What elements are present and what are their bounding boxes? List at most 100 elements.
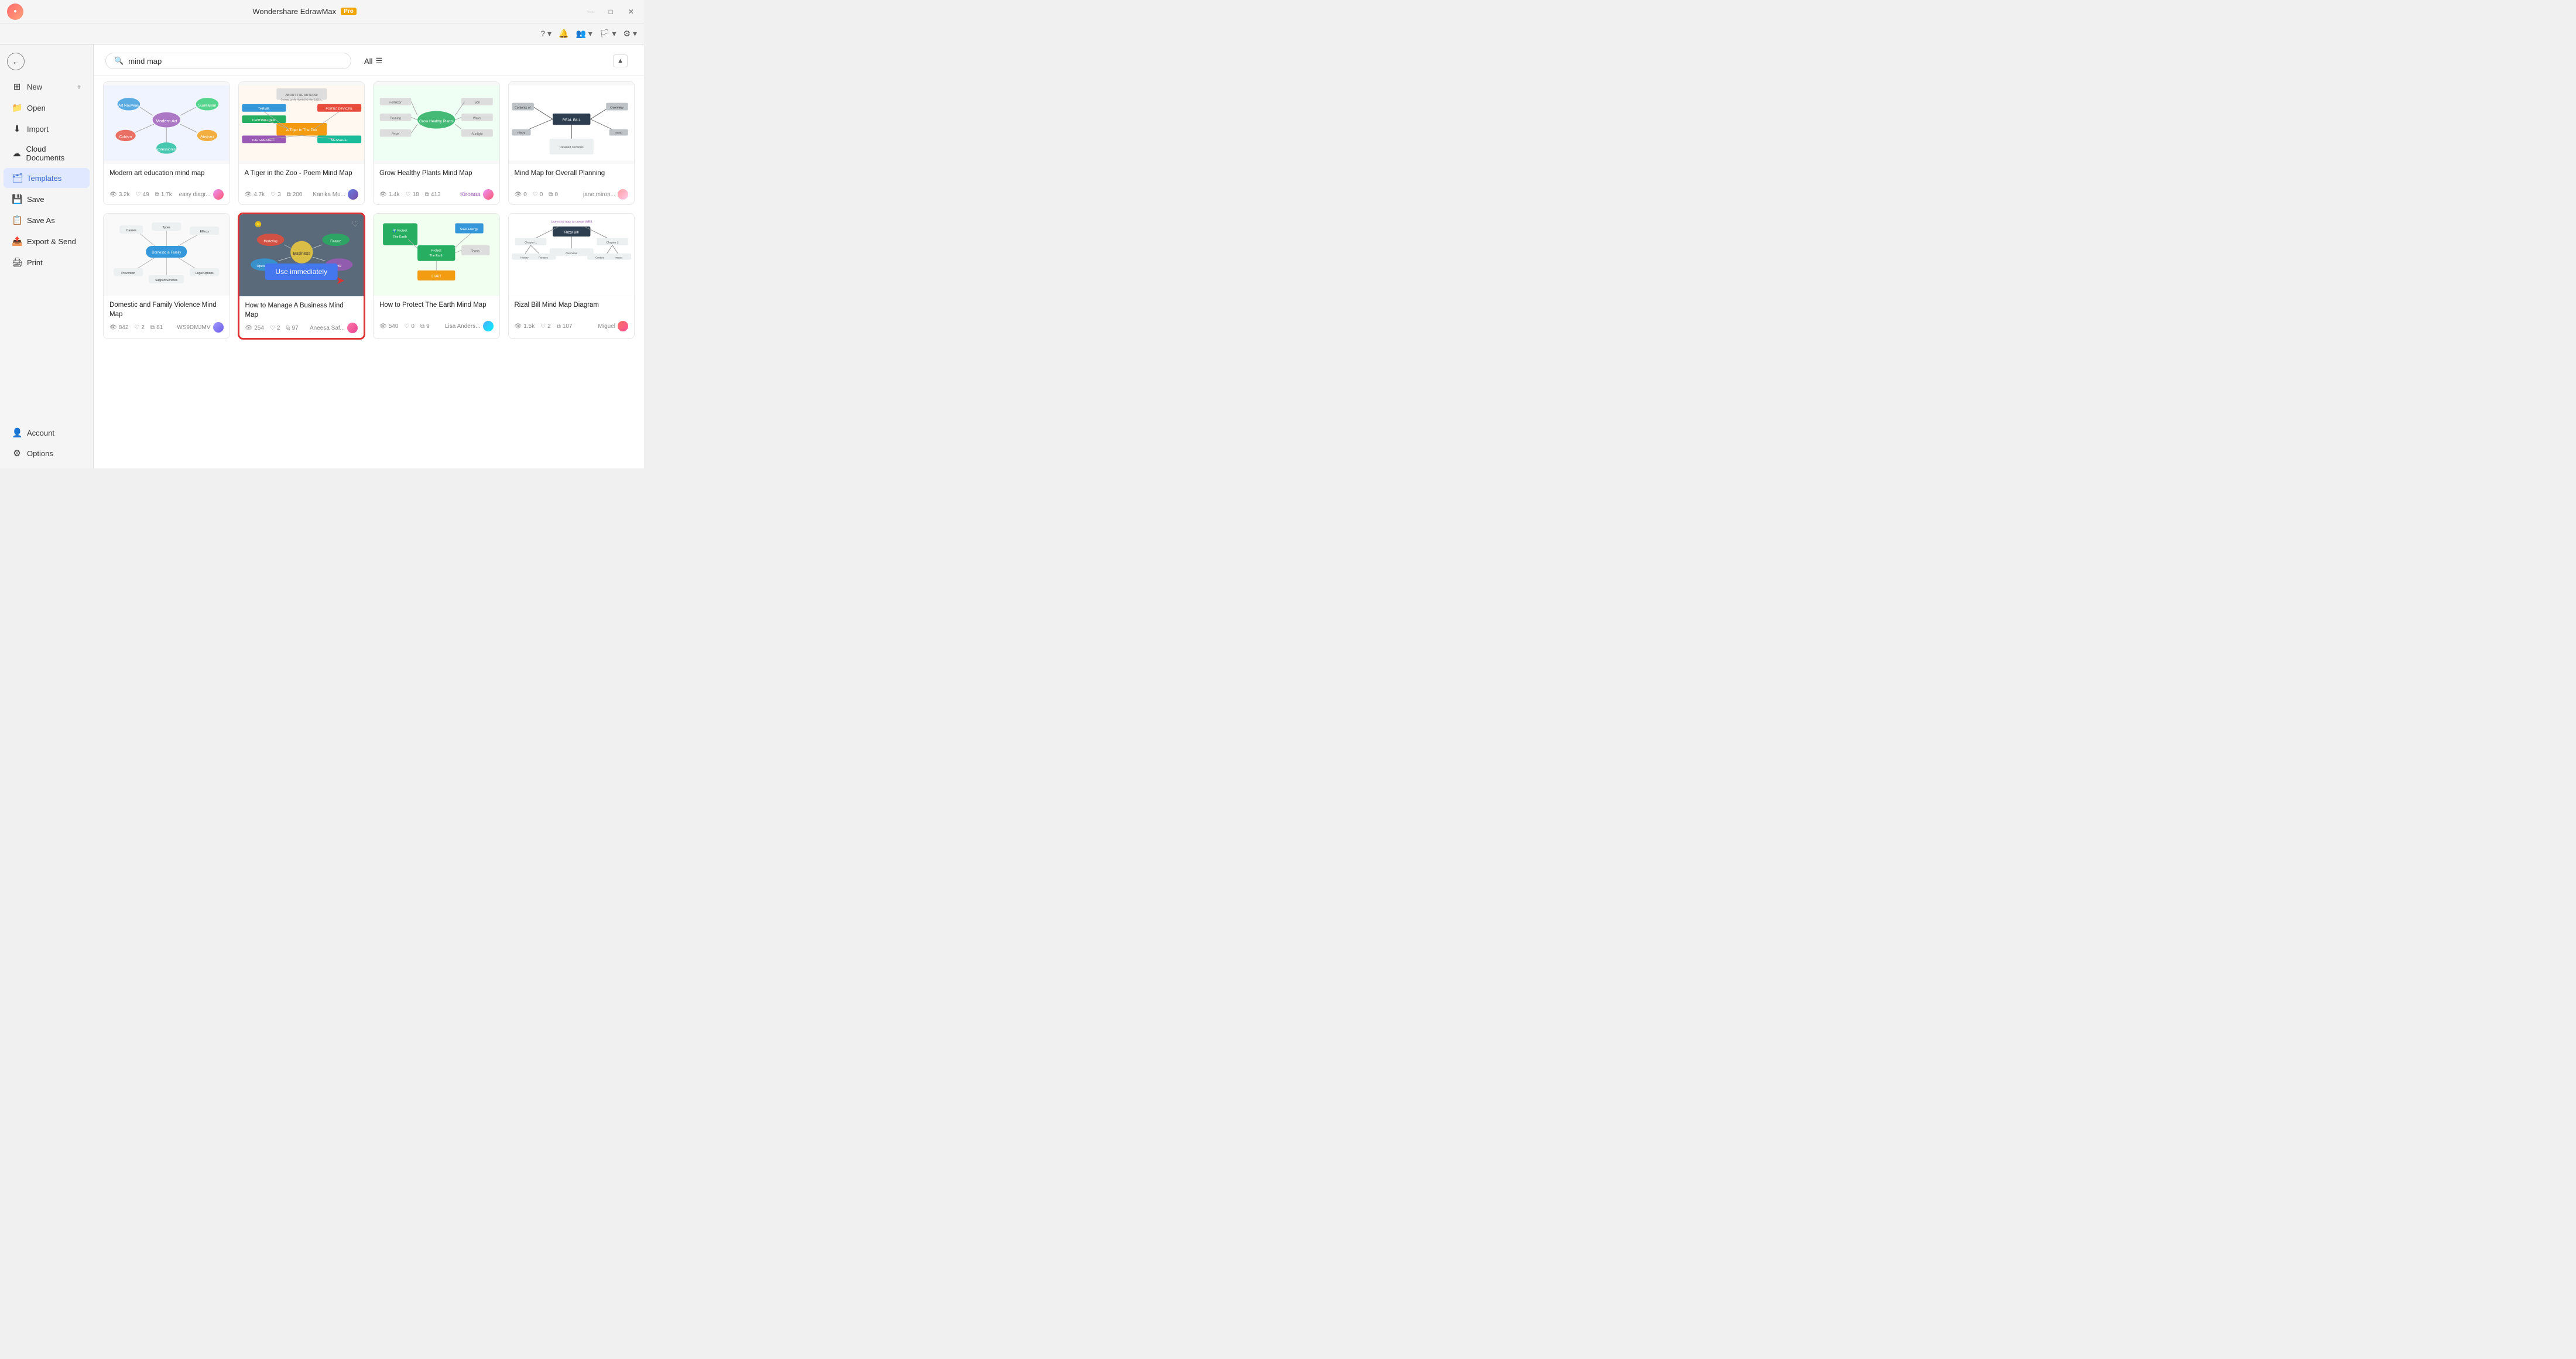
card-title-2: A Tiger in the Zoo - Poem Mind Map	[245, 169, 359, 186]
author-name-4: jane.miron...	[583, 191, 615, 198]
svg-text:Types: Types	[163, 226, 171, 230]
help-icon[interactable]: ? ▾	[540, 29, 551, 39]
svg-text:💡: 💡	[256, 223, 260, 227]
author-name-8: Miguel	[598, 323, 615, 330]
sidebar-item-print[interactable]: 🖨 Print	[4, 252, 90, 272]
sidebar-item-cloud-label: Cloud Documents	[26, 145, 81, 162]
copies-stat-4: ⧉ 0	[549, 191, 558, 198]
copy-icon-6: ⧉	[286, 325, 290, 331]
svg-text:THE GREATER...: THE GREATER...	[251, 139, 276, 142]
svg-text:Fertilizer: Fertilizer	[389, 101, 402, 105]
maximize-button[interactable]: □	[606, 6, 616, 17]
sidebar-item-cloud[interactable]: ☁ Cloud Documents	[4, 140, 90, 167]
copies-stat-6: ⧉ 97	[286, 325, 298, 331]
card-title-7: How to Protect The Earth Mind Map	[379, 300, 494, 318]
svg-text:🌍 Protect: 🌍 Protect	[392, 228, 407, 232]
views-stat-7: 👁 540	[379, 323, 398, 330]
heart-icon-3: ♡	[406, 191, 411, 198]
sidebar-item-open[interactable]: 📁 Open	[4, 98, 90, 118]
eye-icon-7: 👁	[379, 323, 387, 330]
template-card-5[interactable]: Domestic & Family Causes Types Effects P…	[103, 213, 230, 339]
svg-text:Overview: Overview	[610, 106, 623, 109]
svg-text:The Earth: The Earth	[429, 254, 443, 258]
users-icon[interactable]: 👥 ▾	[576, 29, 592, 39]
card-info-6: How to Manage A Business Mind Map 👁 254 …	[239, 296, 364, 338]
template-grid: Modern Art Art Nouveau Surrealism Cubism…	[94, 76, 644, 468]
sidebar-item-import[interactable]: ⬇ Import	[4, 119, 90, 139]
templates-icon: 🗂	[12, 173, 22, 183]
svg-text:History: History	[520, 256, 529, 259]
filter-menu-icon: ☰	[375, 56, 382, 66]
copies-count-8: 107	[563, 323, 573, 330]
sidebar-item-saveas[interactable]: 📋 Save As	[4, 210, 90, 230]
heart-icon-5: ♡	[134, 324, 139, 331]
scroll-up-button[interactable]: ▲	[613, 54, 628, 67]
card-title-8: Rizal Bill Mind Map Diagram	[515, 300, 629, 318]
views-stat-8: 👁 1.5k	[515, 323, 535, 330]
svg-text:George Leslie Norris (01 May 1: George Leslie Norris (01 May 1921)...	[280, 98, 323, 101]
minimize-button[interactable]: ─	[585, 6, 597, 17]
search-bar: 🔍 All ☰ ▲	[94, 44, 644, 76]
card-meta-1: 👁 3.2k ♡ 49 ⧉ 1.7k easy diagr...	[109, 189, 224, 200]
back-button[interactable]: ←	[0, 49, 93, 74]
search-input[interactable]	[128, 57, 342, 66]
heart-icon-6: ♡	[270, 325, 275, 331]
titlebar-controls: ─ □ ✕	[585, 6, 637, 17]
sidebar: ← ⊞ New + 📁 Open ⬇ Import ☁ Cloud Docume…	[0, 44, 94, 468]
card-preview-1: Modern Art Art Nouveau Surrealism Cubism…	[104, 82, 229, 164]
heart-icon-2: ♡	[270, 191, 276, 198]
author-name-5: WS9DMJMV	[177, 324, 210, 331]
author-name-7: Lisa Anders...	[445, 323, 481, 330]
template-card-6[interactable]: Business Marketing Finance Operations HR	[238, 213, 365, 339]
sidebar-item-open-label: Open	[27, 104, 46, 112]
svg-text:Business: Business	[293, 251, 310, 256]
template-card-1[interactable]: Modern Art Art Nouveau Surrealism Cubism…	[103, 81, 230, 205]
card-preview-3: Grow Healthy Plants Soil Water Sunlight …	[374, 82, 499, 164]
sidebar-item-options[interactable]: ⚙ Options	[4, 443, 90, 463]
search-input-wrap[interactable]: 🔍	[105, 53, 351, 69]
card-info-8: Rizal Bill Mind Map Diagram 👁 1.5k ♡ 2 ⧉	[509, 296, 635, 336]
svg-text:The Earth: The Earth	[393, 235, 407, 239]
flag-icon[interactable]: 🏳 ▾	[600, 29, 616, 39]
card-preview-4: REAL BILL Contents of Overview Detailed …	[509, 82, 635, 164]
card-meta-6: 👁 254 ♡ 2 ⧉ 97 Aneesa Saf...	[245, 323, 358, 333]
views-stat-6: 👁 254	[245, 325, 264, 331]
sidebar-item-save[interactable]: 💾 Save	[4, 189, 90, 209]
views-count-8: 1.5k	[523, 323, 535, 330]
sidebar-item-export[interactable]: 📤 Export & Send	[4, 231, 90, 251]
views-count-3: 1.4k	[389, 191, 400, 198]
template-card-7[interactable]: Protect The Earth Save Energy Terms 🌍 Pr…	[373, 213, 500, 339]
template-card-3[interactable]: Grow Healthy Plants Soil Water Sunlight …	[373, 81, 500, 205]
views-count-6: 254	[254, 325, 264, 331]
eye-icon-4: 👁	[515, 191, 522, 198]
favorite-icon-6[interactable]: ♡	[351, 219, 359, 229]
svg-text:Pests: Pests	[392, 132, 400, 136]
author-avatar-3	[483, 189, 494, 200]
template-card-4[interactable]: REAL BILL Contents of Overview Detailed …	[508, 81, 635, 205]
likes-count-7: 0	[411, 323, 415, 330]
settings-icon[interactable]: ⚙ ▾	[624, 29, 637, 39]
use-immediately-button[interactable]: Use immediately	[265, 263, 338, 280]
copies-count-6: 97	[292, 325, 299, 331]
svg-text:Expressionism: Expressionism	[154, 148, 179, 152]
template-card-8[interactable]: Use mind map to create WBS Rizal Bill Ch…	[508, 213, 635, 339]
close-button[interactable]: ✕	[625, 6, 637, 17]
likes-stat-2: ♡ 3	[270, 191, 281, 198]
filter-button[interactable]: All ☰	[358, 53, 388, 69]
copies-stat-5: ⧉ 81	[150, 324, 163, 331]
card-title-4: Mind Map for Overall Planning	[515, 169, 629, 186]
svg-text:Finance: Finance	[330, 240, 341, 244]
sidebar-item-new[interactable]: ⊞ New +	[4, 77, 90, 97]
sidebar-item-templates[interactable]: 🗂 Templates	[4, 168, 90, 188]
card-meta-7: 👁 540 ♡ 0 ⧉ 9 Lisa Anders...	[379, 321, 494, 331]
bell-icon[interactable]: 🔔	[559, 29, 568, 39]
sidebar-item-account[interactable]: 👤 Account	[4, 423, 90, 443]
user-avatar: ●	[7, 4, 23, 20]
svg-text:Effects: Effects	[200, 230, 210, 234]
copy-icon-5: ⧉	[150, 324, 155, 331]
svg-text:Marketing: Marketing	[263, 240, 277, 244]
author-avatar-1	[213, 189, 224, 200]
card-meta-8: 👁 1.5k ♡ 2 ⧉ 107 Miguel	[515, 321, 629, 331]
views-stat-4: 👁 0	[515, 191, 527, 198]
template-card-2[interactable]: ABOUT THE AUTHOR: George Leslie Norris (…	[238, 81, 365, 205]
